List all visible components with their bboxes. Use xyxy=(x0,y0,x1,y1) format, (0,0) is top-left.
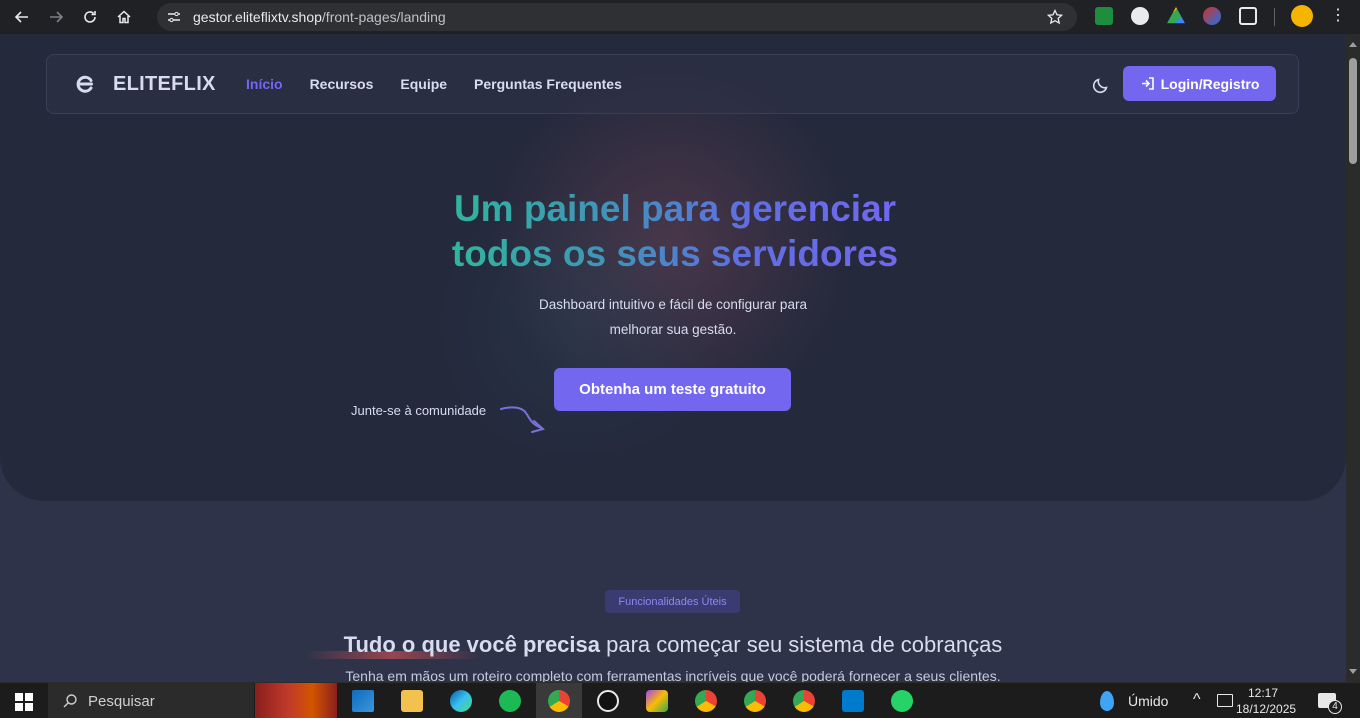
taskbar-search[interactable]: Pesquisar xyxy=(48,683,254,718)
chatgpt-icon[interactable] xyxy=(597,690,619,712)
headline-line-2: todos os seus servidores xyxy=(440,231,910,276)
site-info-icon[interactable] xyxy=(167,10,181,24)
scroll-down-arrow[interactable] xyxy=(1349,669,1357,674)
menu-item-inicio[interactable]: Início xyxy=(246,76,283,92)
sheets-extension-icon[interactable] xyxy=(1095,7,1113,25)
hero-section: ELITEFLIX Início Recursos Equipe Pergunt… xyxy=(0,34,1346,501)
profile-avatar[interactable] xyxy=(1291,5,1313,27)
chrome-profile-3-icon[interactable] xyxy=(744,690,766,712)
url-text: gestor.eliteflixtv.shop/front-pages/land… xyxy=(193,9,446,25)
kebab-menu-icon[interactable]: ⋮ xyxy=(1330,7,1346,25)
hero-headline: Um painel para gerenciar todos os seus s… xyxy=(440,186,910,276)
features-subtitle: Tenha em mãos um roteiro completo com fe… xyxy=(345,668,1001,682)
bookmark-star-icon[interactable] xyxy=(1047,9,1063,25)
weather-drop-icon[interactable] xyxy=(1100,691,1114,711)
search-icon xyxy=(63,694,77,708)
browser-toolbar: gestor.eliteflixtv.shop/front-pages/land… xyxy=(0,0,1360,34)
scroll-up-arrow[interactable] xyxy=(1349,42,1357,47)
subtitle-line-2: melhorar sua gestão. xyxy=(609,322,737,337)
address-bar[interactable]: gestor.eliteflixtv.shop/front-pages/land… xyxy=(157,3,1077,31)
features-title-bold: Tudo o que você precisa xyxy=(343,632,600,657)
clock-date: 18/12/2025 xyxy=(1236,702,1297,716)
drive-extension-icon[interactable] xyxy=(1167,7,1185,24)
login-icon xyxy=(1141,77,1154,90)
network-icon[interactable] xyxy=(1217,694,1233,707)
whatsapp-icon[interactable] xyxy=(891,690,913,712)
toolbar-divider xyxy=(1274,8,1275,26)
arrow-right-icon xyxy=(50,11,64,23)
chrome-profile-2-icon[interactable] xyxy=(695,690,717,712)
reload-icon xyxy=(84,11,96,23)
eliteflix-logo-icon xyxy=(76,75,93,93)
vscode-icon[interactable] xyxy=(842,690,864,712)
chrome-icon[interactable] xyxy=(548,690,570,712)
page-scrollbar[interactable] xyxy=(1346,34,1360,682)
back-button[interactable] xyxy=(10,5,34,29)
task-view-icon[interactable] xyxy=(352,690,374,712)
home-button[interactable] xyxy=(112,5,136,29)
edge-icon[interactable] xyxy=(450,690,472,712)
join-community-text: Junte-se à comunidade xyxy=(351,403,487,418)
theme-toggle-moon-icon[interactable] xyxy=(1091,75,1111,95)
site-navbar: ELITEFLIX Início Recursos Equipe Pergunt… xyxy=(46,54,1299,114)
subtitle-line-1: Dashboard intuitivo e fácil de configura… xyxy=(539,297,807,312)
puzzle-extensions-icon[interactable] xyxy=(1239,7,1257,25)
login-register-button[interactable]: Login/Registro xyxy=(1123,66,1276,101)
extension-icon-2[interactable] xyxy=(1203,7,1221,25)
search-placeholder: Pesquisar xyxy=(88,692,155,710)
weather-label[interactable]: Úmido xyxy=(1128,693,1168,709)
scroll-thumb[interactable] xyxy=(1349,58,1357,164)
chevron-up-icon[interactable]: ^ xyxy=(1193,691,1201,709)
search-highlight-image[interactable] xyxy=(255,683,337,718)
home-icon xyxy=(117,10,131,24)
menu-item-equipe[interactable]: Equipe xyxy=(400,76,447,92)
clock-time: 12:17 xyxy=(1247,686,1279,700)
file-explorer-icon[interactable] xyxy=(401,690,423,712)
hero-subtitle: Dashboard intuitivo e fácil de configura… xyxy=(473,292,873,342)
forward-button[interactable] xyxy=(44,5,68,29)
windows-taskbar: Pesquisar Úmido ^ 12:17 18/12/2025 4 xyxy=(0,682,1360,718)
headline-line-1: Um painel para gerenciar xyxy=(440,186,910,231)
windows-start-icon[interactable] xyxy=(15,693,33,711)
extension-icon[interactable] xyxy=(1131,7,1149,25)
arrow-left-icon xyxy=(14,11,28,23)
menu-item-recursos[interactable]: Recursos xyxy=(310,76,374,92)
system-clock[interactable]: 12:17 18/12/2025 xyxy=(1236,685,1297,717)
chrome-profile-4-icon[interactable] xyxy=(793,690,815,712)
menu-item-faq[interactable]: Perguntas Frequentes xyxy=(474,76,622,92)
url-path: /front-pages/landing xyxy=(321,9,446,25)
brand-name[interactable]: ELITEFLIX xyxy=(113,73,216,96)
app-icon[interactable] xyxy=(646,690,668,712)
login-label: Login/Registro xyxy=(1160,75,1260,92)
landing-page: ELITEFLIX Início Recursos Equipe Pergunt… xyxy=(0,34,1346,682)
notification-count-badge: 4 xyxy=(1328,700,1342,714)
curved-arrow-icon xyxy=(500,406,546,433)
main-menu: Início Recursos Equipe Perguntas Frequen… xyxy=(246,76,622,92)
features-title: Tudo o que você precisa para começar seu… xyxy=(0,632,1346,658)
spotify-icon[interactable] xyxy=(499,690,521,712)
url-host: gestor.eliteflixtv.shop xyxy=(193,9,322,25)
free-trial-button[interactable]: Obtenha um teste gratuito xyxy=(554,368,791,411)
features-title-rest: para começar seu sistema de cobranças xyxy=(600,632,1003,657)
reload-button[interactable] xyxy=(78,5,102,29)
features-badge: Funcionalidades Úteis xyxy=(605,590,740,613)
